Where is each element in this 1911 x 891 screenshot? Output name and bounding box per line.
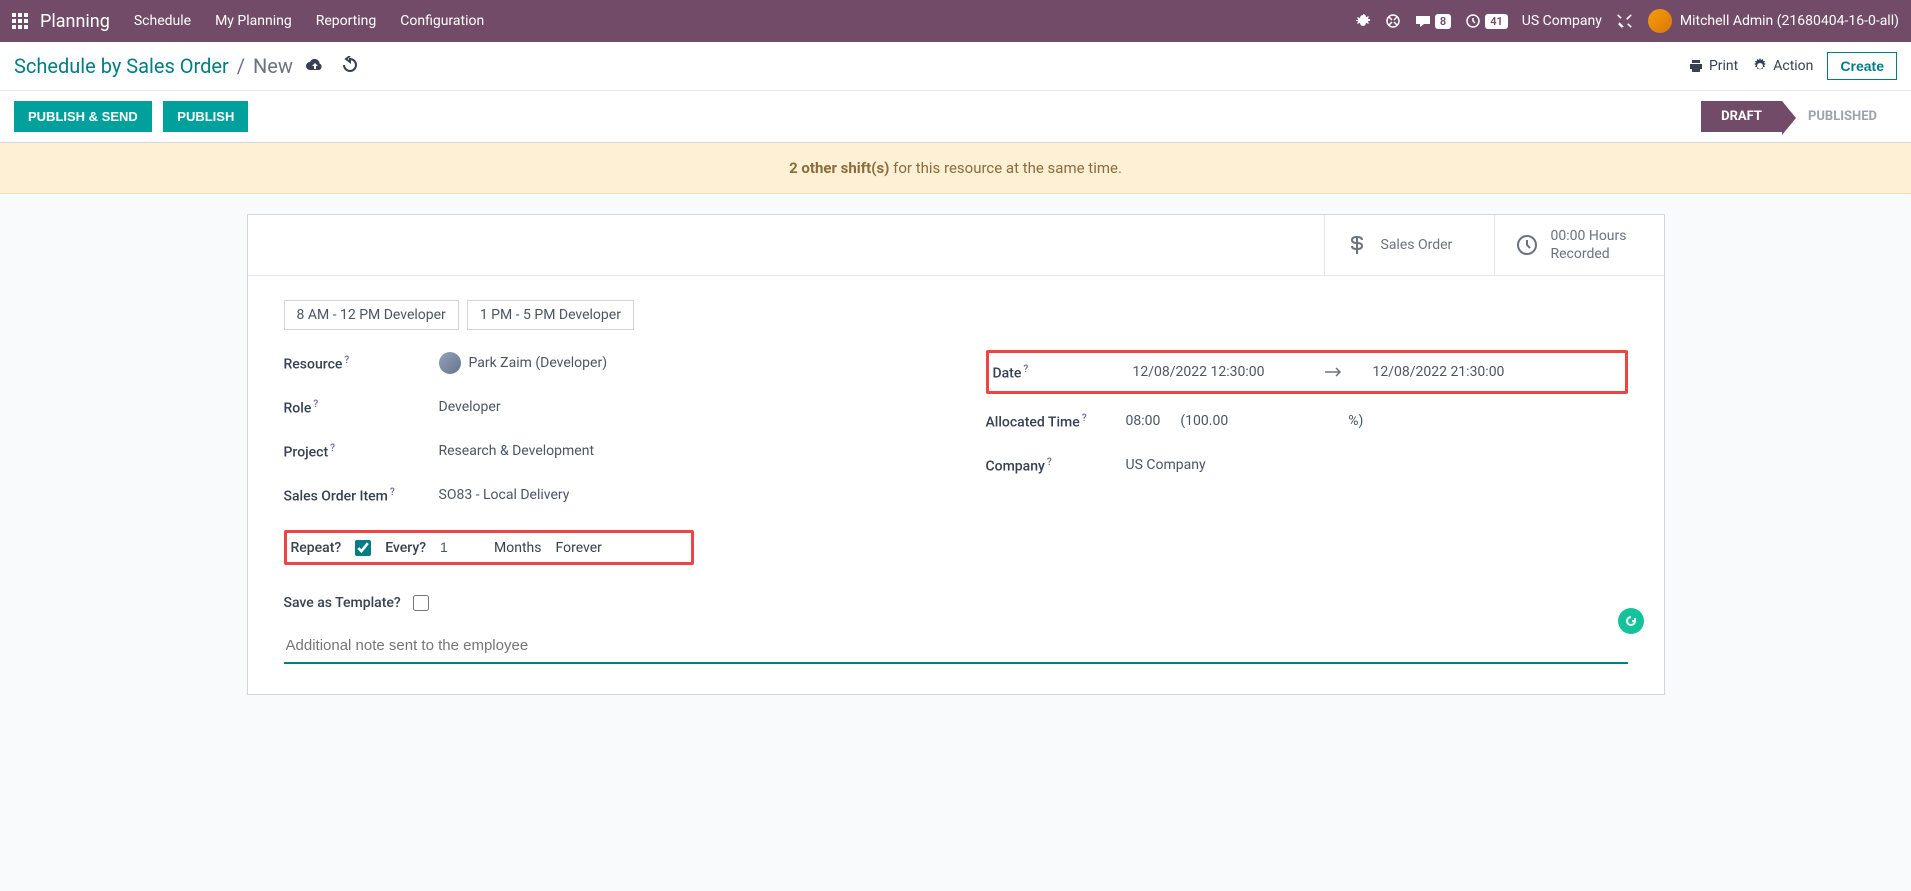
activities-button[interactable]: 41 (1465, 13, 1508, 29)
every-label: Every? (385, 540, 426, 556)
stat-sales-order-label: Sales Order (1381, 236, 1453, 254)
every-value-input[interactable] (440, 539, 480, 556)
project-label: Project? (284, 443, 439, 461)
nav-my-planning[interactable]: My Planning (215, 13, 292, 29)
stage-draft[interactable]: DRAFT (1701, 101, 1782, 132)
resource-label: Resource? (284, 355, 439, 373)
grammarly-icon[interactable] (1618, 608, 1644, 634)
save-template-label: Save as Template? (284, 595, 401, 611)
role-field[interactable]: Developer (439, 399, 501, 415)
role-label: Role? (284, 399, 439, 417)
print-button[interactable]: Print (1688, 58, 1738, 74)
note-input[interactable] (284, 629, 1628, 664)
tools-icon[interactable] (1616, 12, 1634, 30)
nav-configuration[interactable]: Configuration (400, 13, 484, 29)
apps-icon[interactable] (12, 13, 28, 29)
action-button[interactable]: Action (1752, 58, 1813, 74)
project-field[interactable]: Research & Development (439, 443, 595, 459)
clock-icon (1515, 233, 1539, 257)
warning-bold: 2 other shift(s) (789, 159, 889, 177)
resource-avatar-icon (439, 352, 461, 374)
nav-right: 8 41 US Company Mitchell Admin (21680404… (1355, 9, 1899, 33)
every-until[interactable]: Forever (556, 540, 602, 556)
template-1pm-5pm[interactable]: 1 PM - 5 PM Developer (467, 300, 634, 330)
date-label: Date? (993, 364, 1133, 382)
warning-text: for this resource at the same time. (889, 159, 1122, 177)
stat-sales-order[interactable]: Sales Order (1324, 215, 1494, 275)
company-switcher[interactable]: US Company (1522, 13, 1602, 29)
company-label: Company? (986, 457, 1126, 475)
sales-order-item-field[interactable]: SO83 - Local Delivery (439, 487, 570, 503)
top-navbar: Planning Schedule My Planning Reporting … (0, 0, 1911, 42)
publish-button[interactable]: PUBLISH (163, 101, 248, 132)
avatar-icon (1648, 9, 1672, 33)
stat-hours-recorded[interactable]: 00:00 Hours Recorded (1494, 215, 1664, 275)
control-bar: Schedule by Sales Order / New Print Acti… (0, 42, 1911, 91)
status-bar: PUBLISH & SEND PUBLISH DRAFT PUBLISHED (0, 91, 1911, 143)
sales-order-item-label: Sales Order Item? (284, 487, 439, 505)
messages-button[interactable]: 8 (1415, 13, 1451, 29)
create-button[interactable]: Create (1827, 52, 1897, 80)
bug-icon[interactable] (1355, 13, 1371, 29)
breadcrumb-current: New (253, 54, 293, 78)
form-sheet: Sales Order 00:00 Hours Recorded 8 AM - … (247, 214, 1665, 695)
dollar-icon (1345, 233, 1369, 257)
date-start-field[interactable]: 12/08/2022 12:30:00 (1133, 364, 1265, 380)
publish-send-button[interactable]: PUBLISH & SEND (14, 101, 152, 132)
overlap-warning[interactable]: 2 other shift(s) for this resource at th… (0, 143, 1911, 194)
template-8am-12pm[interactable]: 8 AM - 12 PM Developer (284, 300, 459, 330)
repeat-checkbox[interactable] (355, 540, 371, 556)
stat-hours-label: Recorded (1551, 245, 1627, 263)
cloud-save-icon[interactable] (305, 56, 325, 76)
breadcrumb-separator: / (237, 54, 245, 78)
allocated-pct-close: %) (1348, 413, 1363, 429)
save-template-checkbox[interactable] (413, 595, 429, 611)
allocated-pct-field[interactable]: (100.00 (1180, 413, 1228, 429)
arrow-right-icon (1324, 367, 1342, 377)
company-field[interactable]: US Company (1126, 457, 1206, 473)
breadcrumb: Schedule by Sales Order / New (14, 54, 293, 78)
stat-hours-value: 00:00 Hours (1551, 227, 1627, 245)
user-menu[interactable]: Mitchell Admin (21680404-16-0-all) (1648, 9, 1899, 33)
resource-field[interactable]: Park Zaim (Developer) (439, 352, 608, 374)
repeat-label: Repeat? (291, 540, 342, 556)
support-icon[interactable] (1385, 13, 1401, 29)
nav-schedule[interactable]: Schedule (134, 13, 191, 29)
user-name: Mitchell Admin (21680404-16-0-all) (1680, 13, 1899, 29)
breadcrumb-root[interactable]: Schedule by Sales Order (14, 54, 229, 78)
every-unit[interactable]: Months (494, 540, 541, 556)
app-name[interactable]: Planning (40, 11, 110, 32)
messages-badge: 8 (1435, 14, 1451, 29)
activities-badge: 41 (1485, 14, 1508, 29)
allocated-hours-field[interactable]: 08:00 (1126, 413, 1161, 429)
nav-links: Schedule My Planning Reporting Configura… (134, 13, 1355, 29)
nav-reporting[interactable]: Reporting (316, 13, 377, 29)
discard-icon[interactable] (341, 56, 359, 76)
stage-published[interactable]: PUBLISHED (1782, 101, 1897, 132)
date-end-field[interactable]: 12/08/2022 21:30:00 (1372, 364, 1504, 380)
status-stages: DRAFT PUBLISHED (1701, 101, 1897, 132)
allocated-time-label: Allocated Time? (986, 413, 1126, 431)
